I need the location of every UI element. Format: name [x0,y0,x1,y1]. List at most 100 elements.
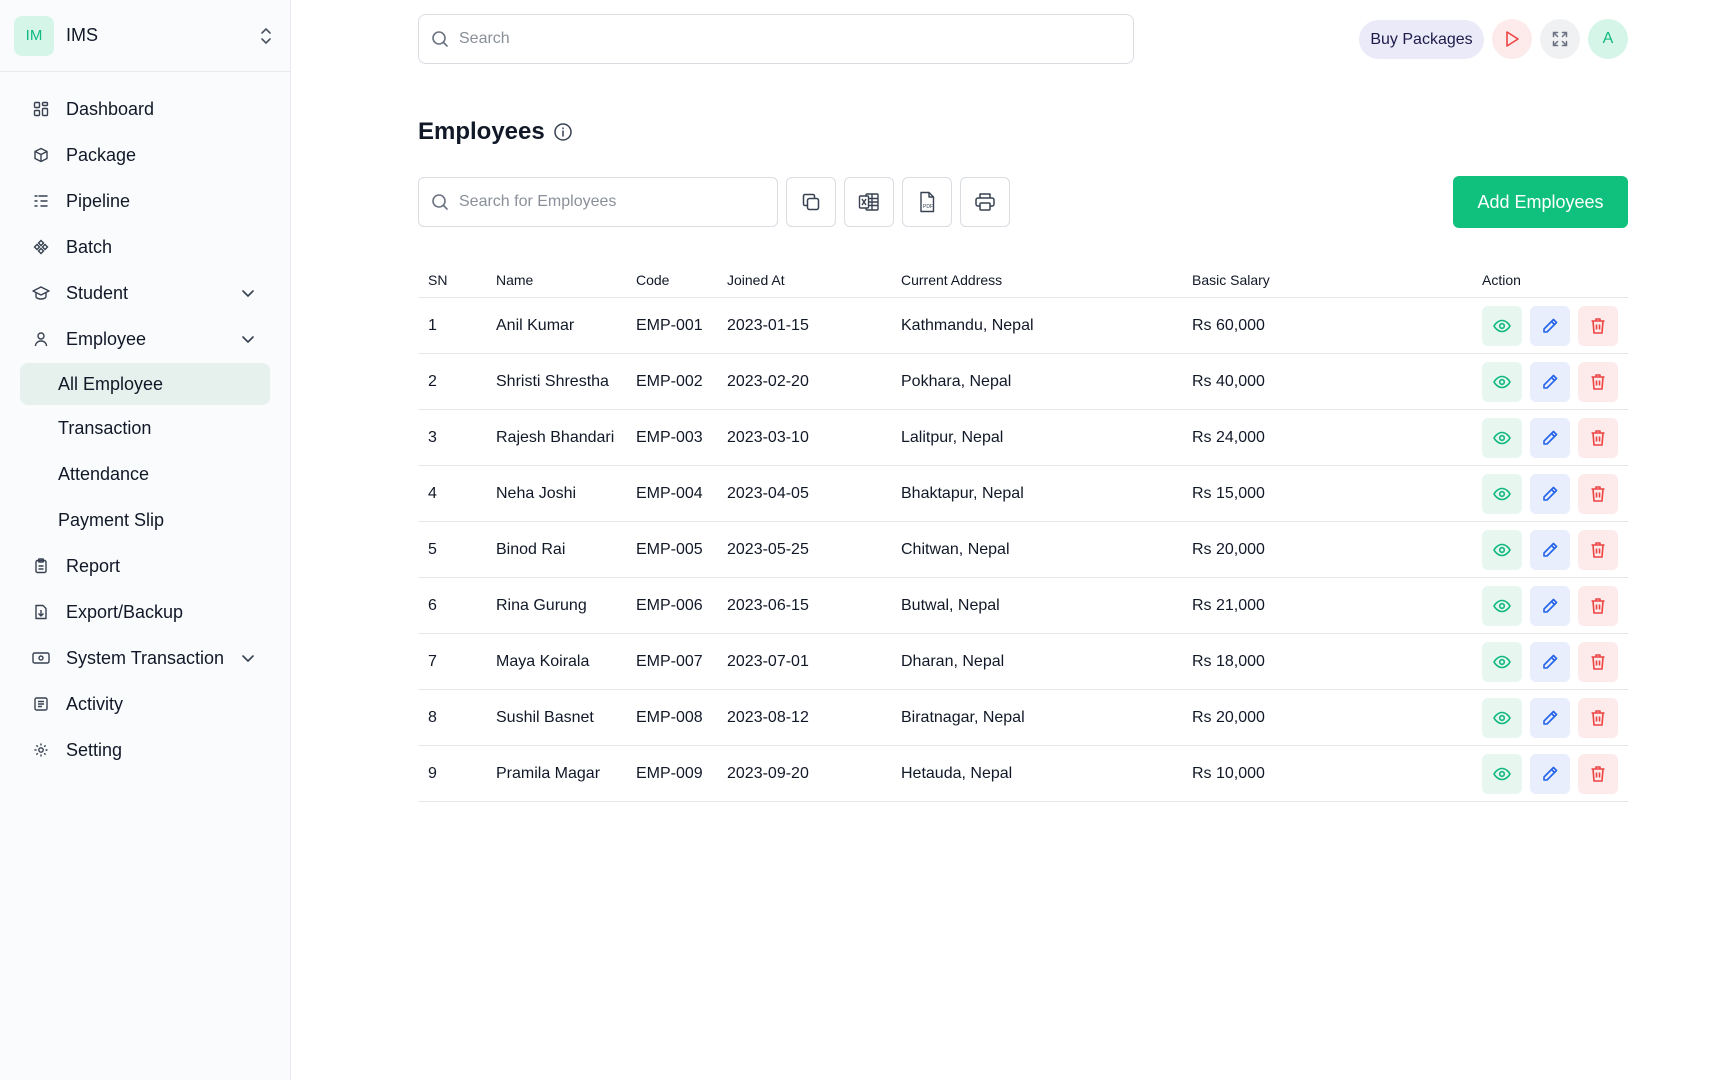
column-header-sn[interactable]: SN [428,262,447,297]
edit-button[interactable] [1530,753,1570,794]
sidebar-item-dashboard[interactable]: Dashboard [0,86,290,132]
cell-sn: 9 [428,764,437,782]
global-search[interactable] [418,14,1134,64]
view-button[interactable] [1482,585,1522,626]
delete-button[interactable] [1578,641,1618,682]
fullscreen-button[interactable] [1540,19,1580,59]
brand-switcher[interactable]: IM IMS [0,0,290,72]
row-actions [1482,298,1626,353]
sidebar-item-activity[interactable]: Activity [0,681,290,727]
view-button[interactable] [1482,361,1522,402]
pencil-icon [1541,653,1559,671]
cell-basic-salary: Rs 15,000 [1192,484,1265,502]
column-header-joined-at[interactable]: Joined At [727,262,785,297]
column-header-basic-salary[interactable]: Basic Salary [1192,262,1270,297]
delete-button[interactable] [1578,753,1618,794]
file-download-icon [32,603,50,621]
sidebar-item-employee[interactable]: Employee [0,316,290,362]
search-icon [432,31,448,47]
view-button[interactable] [1482,697,1522,738]
employee-search-input[interactable] [459,193,771,211]
sidebar-item-batch[interactable]: Batch [0,224,290,270]
cell-name: Rina Gurung [496,596,587,614]
view-button[interactable] [1482,417,1522,458]
delete-button[interactable] [1578,529,1618,570]
sidebar-item-pipeline[interactable]: Pipeline [0,178,290,224]
sidebar-subitem-payment-slip[interactable]: Payment Slip [20,497,270,543]
table-row: 7 Maya Koirala EMP-007 2023-07-01 Dharan, Ne… [418,634,1628,690]
row-actions [1482,690,1626,745]
table-row: 3 Rajesh Bhandari EMP-003 2023-03-10 Lalitpu… [418,410,1628,466]
view-button[interactable] [1482,305,1522,346]
edit-button[interactable] [1530,361,1570,402]
add-employees-button[interactable]: Add Employees [1453,176,1628,228]
cell-sn: 6 [428,596,437,614]
column-header-name[interactable]: Name [496,262,533,297]
chevron-up-down-icon[interactable] [258,26,274,46]
cell-joined-at: 2023-04-05 [727,484,809,502]
table-header: SN Name Code Joined At Current Address B… [418,262,1628,298]
cell-current-address: Kathmandu, Nepal [901,316,1034,334]
edit-button[interactable] [1530,585,1570,626]
export-pdf-button[interactable]: PDF [902,177,952,227]
sidebar-item-system-transaction[interactable]: System Transaction [0,635,290,681]
trash-icon [1590,373,1606,391]
info-icon[interactable] [553,122,573,142]
sidebar-item-student[interactable]: Student [0,270,290,316]
pencil-icon [1541,541,1559,559]
edit-button[interactable] [1530,641,1570,682]
employee-search[interactable] [418,177,778,227]
sidebar-subitem-attendance[interactable]: Attendance [20,451,270,497]
global-search-input[interactable] [459,30,1091,48]
chevron-down-icon [242,290,254,297]
delete-button[interactable] [1578,305,1618,346]
column-header-current-address[interactable]: Current Address [901,262,1002,297]
cell-name: Binod Rai [496,540,566,558]
sidebar-item-export-backup[interactable]: Export/Backup [0,589,290,635]
play-button[interactable] [1492,19,1532,59]
delete-button[interactable] [1578,361,1618,402]
column-header-code[interactable]: Code [636,262,669,297]
trash-icon [1590,765,1606,783]
search-icon [432,194,448,210]
sidebar-item-report[interactable]: Report [0,543,290,589]
export-excel-button[interactable] [844,177,894,227]
pipeline-icon [32,192,50,210]
cell-code: EMP-005 [636,540,703,558]
trash-icon [1590,653,1606,671]
sidebar-subitem-all-employee[interactable]: All Employee [20,363,270,405]
view-button[interactable] [1482,641,1522,682]
buy-packages-button[interactable]: Buy Packages [1359,20,1484,59]
edit-button[interactable] [1530,697,1570,738]
sidebar-item-setting[interactable]: Setting [0,727,290,773]
delete-button[interactable] [1578,473,1618,514]
excel-icon [858,193,879,211]
pencil-icon [1541,317,1559,335]
cell-code: EMP-003 [636,428,703,446]
print-button[interactable] [960,177,1010,227]
cell-basic-salary: Rs 20,000 [1192,540,1265,558]
edit-button[interactable] [1530,529,1570,570]
delete-button[interactable] [1578,417,1618,458]
sidebar-subitem-transaction[interactable]: Transaction [20,405,270,451]
eye-icon [1493,599,1511,613]
edit-button[interactable] [1530,473,1570,514]
delete-button[interactable] [1578,697,1618,738]
eye-icon [1493,655,1511,669]
pdf-icon: PDF [920,191,935,213]
cell-joined-at: 2023-01-15 [727,316,809,334]
view-button[interactable] [1482,529,1522,570]
edit-button[interactable] [1530,305,1570,346]
copy-button[interactable] [786,177,836,227]
cell-sn: 2 [428,372,437,390]
view-button[interactable] [1482,473,1522,514]
delete-button[interactable] [1578,585,1618,626]
sidebar-item-package[interactable]: Package [0,132,290,178]
cell-code: EMP-006 [636,596,703,614]
avatar[interactable]: A [1588,19,1628,59]
view-button[interactable] [1482,753,1522,794]
cell-basic-salary: Rs 18,000 [1192,652,1265,670]
edit-button[interactable] [1530,417,1570,458]
sidebar-item-label: Package [66,144,137,165]
eye-icon [1493,487,1511,501]
